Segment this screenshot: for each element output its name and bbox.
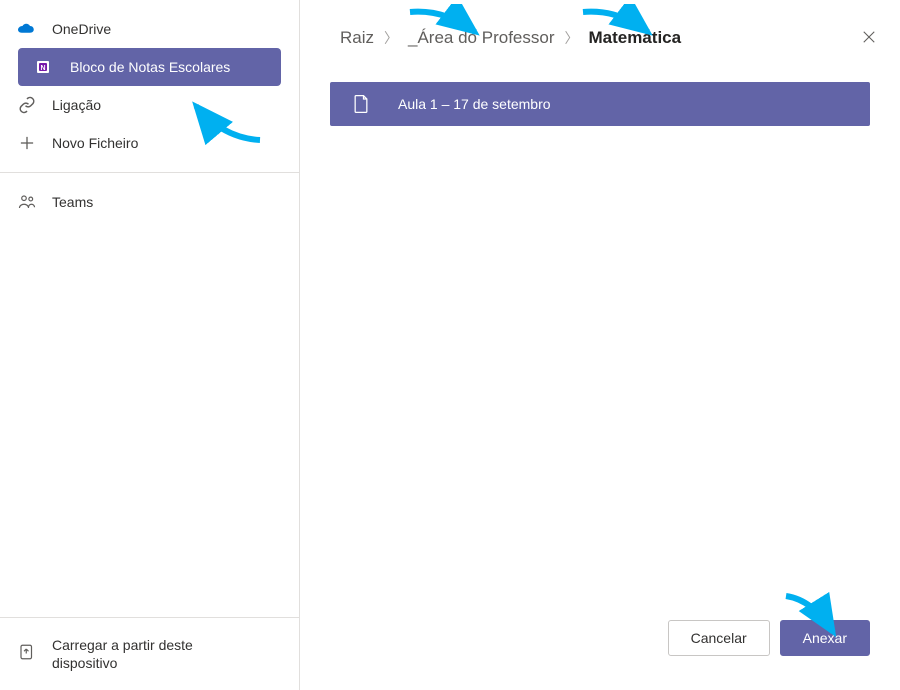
sidebar-item-label: Bloco de Notas Escolares [70,59,230,75]
chevron-right-icon: 〉 [384,28,398,48]
sidebar-section-teams: Teams [0,173,299,617]
sidebar-item-onedrive[interactable]: OneDrive [0,10,299,48]
sidebar-section-sources: OneDrive N Bloco de Notas Escolares [0,0,299,173]
close-button[interactable] [862,30,876,49]
sidebar-item-label: OneDrive [52,21,111,37]
teams-icon [18,193,36,211]
chevron-right-icon: 〉 [564,28,578,48]
sidebar-item-onenote[interactable]: N Bloco de Notas Escolares [18,48,281,86]
upload-from-device[interactable]: Carregar a partir deste dispositivo [0,617,299,690]
breadcrumb-current: Matemática [588,28,681,48]
onedrive-icon [18,20,36,38]
upload-icon [18,643,36,664]
upload-label: Carregar a partir deste dispositivo [52,636,232,672]
sidebar-item-new-file[interactable]: Novo Ficheiro [0,124,299,162]
breadcrumb: Raiz 〉 _Área do Professor 〉 Matemática [330,28,870,48]
sidebar-item-label: Novo Ficheiro [52,135,138,151]
dialog-footer: Cancelar Anexar [668,620,870,656]
link-icon [18,96,36,114]
page-icon [352,94,370,114]
breadcrumb-root[interactable]: Raiz [340,28,374,48]
file-name: Aula 1 – 17 de setembro [398,96,551,112]
attach-button[interactable]: Anexar [780,620,870,656]
close-icon [862,31,876,48]
main-panel: Raiz 〉 _Área do Professor 〉 Matemática A… [300,0,900,690]
plus-icon [18,134,36,152]
file-row[interactable]: Aula 1 – 17 de setembro [330,82,870,126]
breadcrumb-area-professor[interactable]: _Área do Professor [408,28,554,48]
sidebar-item-label: Ligação [52,97,101,113]
sidebar-item-link[interactable]: Ligação [0,86,299,124]
sidebar-item-label: Teams [52,194,93,210]
cancel-button[interactable]: Cancelar [668,620,770,656]
sidebar-item-teams[interactable]: Teams [0,183,299,221]
sidebar: OneDrive N Bloco de Notas Escolares [0,0,300,690]
svg-text:N: N [40,65,45,72]
onenote-icon: N [36,58,54,76]
